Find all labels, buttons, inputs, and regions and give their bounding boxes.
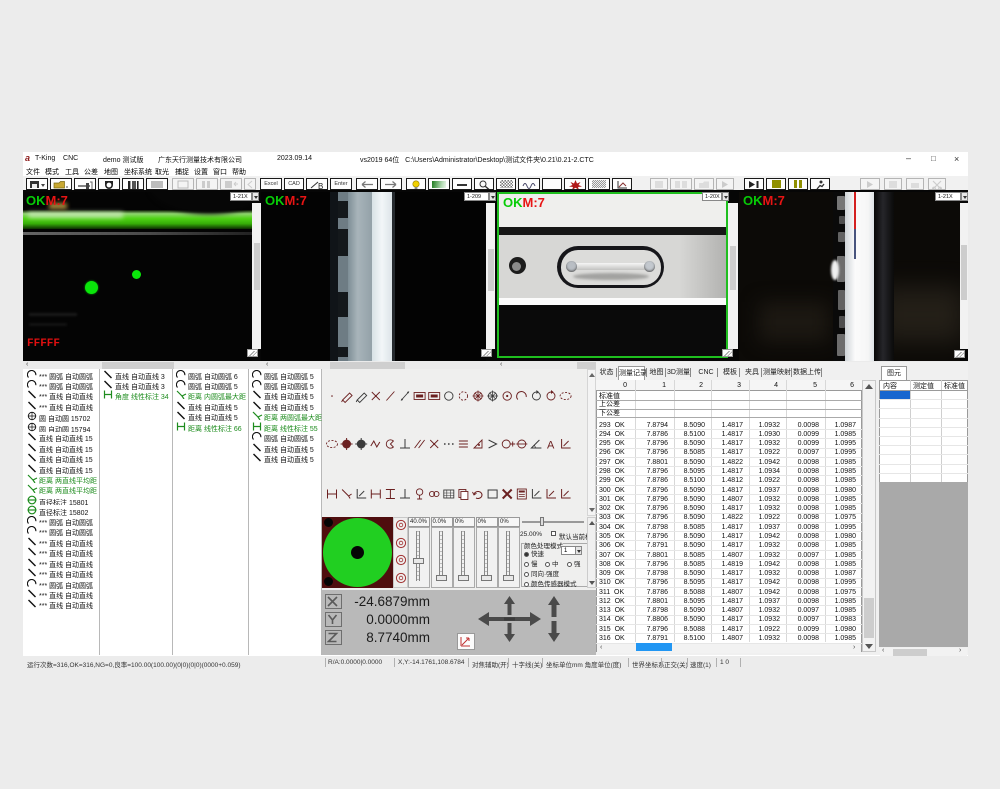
svg-text:A: A: [547, 440, 555, 452]
svg-text:B: B: [318, 182, 323, 190]
